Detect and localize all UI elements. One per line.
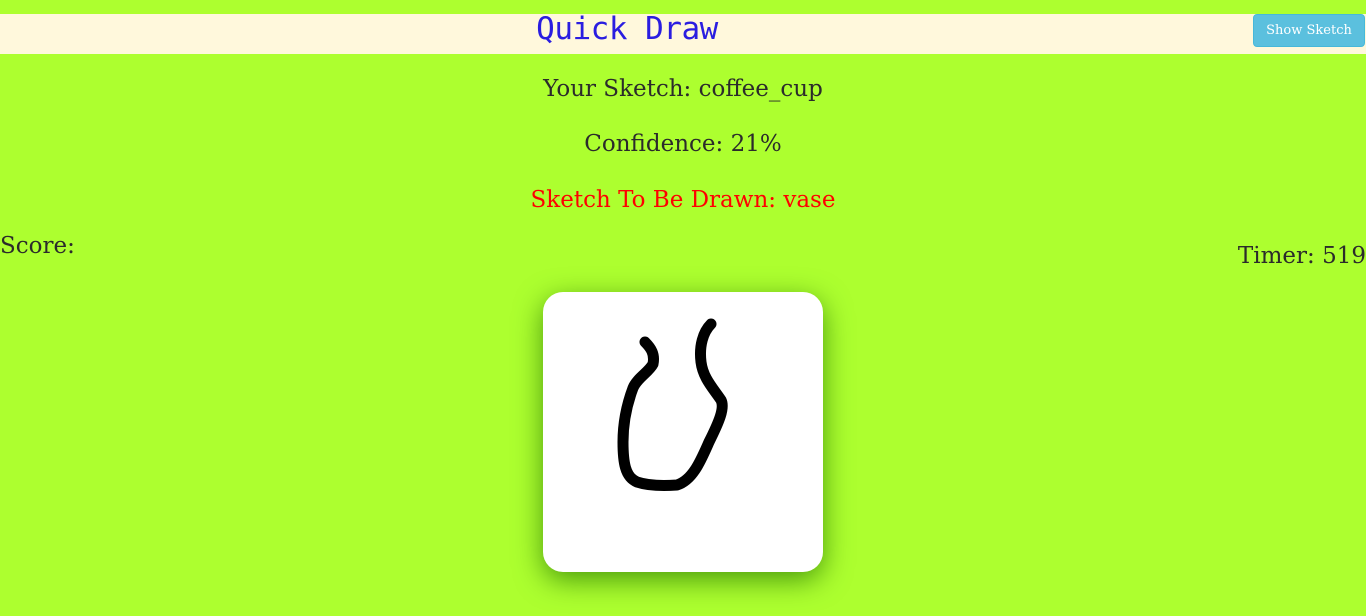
sketch-stroke: [617, 318, 728, 492]
score-label: Score:: [0, 233, 75, 259]
timer-label: Timer: 519: [1237, 243, 1366, 269]
show-sketch-button[interactable]: Show Sketch: [1253, 14, 1365, 47]
sketch-drawing: [617, 318, 728, 492]
confidence-label: Confidence: 21%: [584, 131, 782, 157]
target-sketch-label: Sketch To Be Drawn: vase: [530, 187, 836, 213]
quick-draw-page: Quick Draw Show Sketch Your Sketch: coff…: [0, 0, 1366, 616]
drawing-canvas[interactable]: [543, 292, 823, 572]
your-sketch-label: Your Sketch: coffee_cup: [543, 76, 823, 102]
app-title: Quick Draw: [536, 11, 718, 47]
